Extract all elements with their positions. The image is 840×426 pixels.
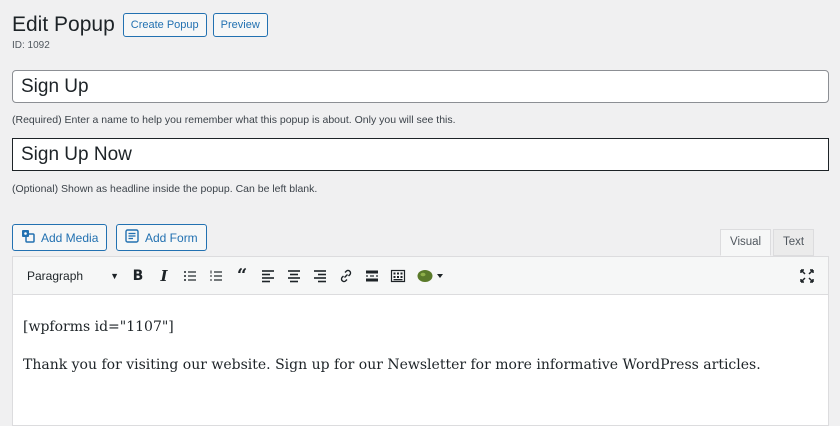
content-editor: Paragraph ▼ B I “ [wpforms id="1107"] Th… xyxy=(12,256,829,426)
bold-icon[interactable]: B xyxy=(125,263,151,289)
fullscreen-icon[interactable] xyxy=(794,263,820,289)
read-more-icon[interactable] xyxy=(359,263,385,289)
preview-button[interactable]: Preview xyxy=(212,13,268,37)
bullet-list-icon[interactable] xyxy=(177,263,203,289)
align-right-icon[interactable] xyxy=(307,263,333,289)
add-media-label: Add Media xyxy=(41,230,99,245)
popup-name-input[interactable] xyxy=(12,70,829,103)
mailchimp-icon[interactable] xyxy=(411,263,451,289)
popup-headline-input[interactable] xyxy=(12,138,829,171)
page-header: Edit Popup Create Popup Preview xyxy=(12,11,268,39)
toolbar-toggle-icon[interactable] xyxy=(385,263,411,289)
italic-icon[interactable]: I xyxy=(151,263,177,289)
numbered-list-icon[interactable] xyxy=(203,263,229,289)
content-shortcode: [wpforms id="1107"] xyxy=(23,319,174,335)
content-paragraph: Thank you for visiting our website. Sign… xyxy=(23,357,761,373)
name-help-text: (Required) Enter a name to help you reme… xyxy=(12,114,456,126)
tab-text[interactable]: Text xyxy=(773,229,815,256)
link-icon[interactable] xyxy=(333,263,359,289)
popup-id: ID: 1092 xyxy=(12,40,50,51)
editor-toolbar: Paragraph ▼ B I “ xyxy=(13,257,828,295)
align-center-icon[interactable] xyxy=(281,263,307,289)
format-select-value: Paragraph xyxy=(27,268,84,283)
blockquote-icon[interactable]: “ xyxy=(229,263,255,289)
add-form-icon xyxy=(125,229,139,246)
headline-help-text: (Optional) Shown as headline inside the … xyxy=(12,183,318,195)
add-form-button[interactable]: Add Form xyxy=(116,224,207,251)
align-left-icon[interactable] xyxy=(255,263,281,289)
add-media-icon xyxy=(21,229,35,246)
add-form-label: Add Form xyxy=(145,230,198,245)
editor-content[interactable]: [wpforms id="1107"] Thank you for visiti… xyxy=(13,295,828,415)
chevron-down-icon: ▼ xyxy=(110,270,119,281)
format-select[interactable]: Paragraph ▼ xyxy=(21,265,125,287)
add-media-button[interactable]: Add Media xyxy=(12,224,108,251)
create-popup-button[interactable]: Create Popup xyxy=(122,13,207,37)
tab-visual[interactable]: Visual xyxy=(720,229,772,256)
page-title: Edit Popup xyxy=(12,13,115,36)
